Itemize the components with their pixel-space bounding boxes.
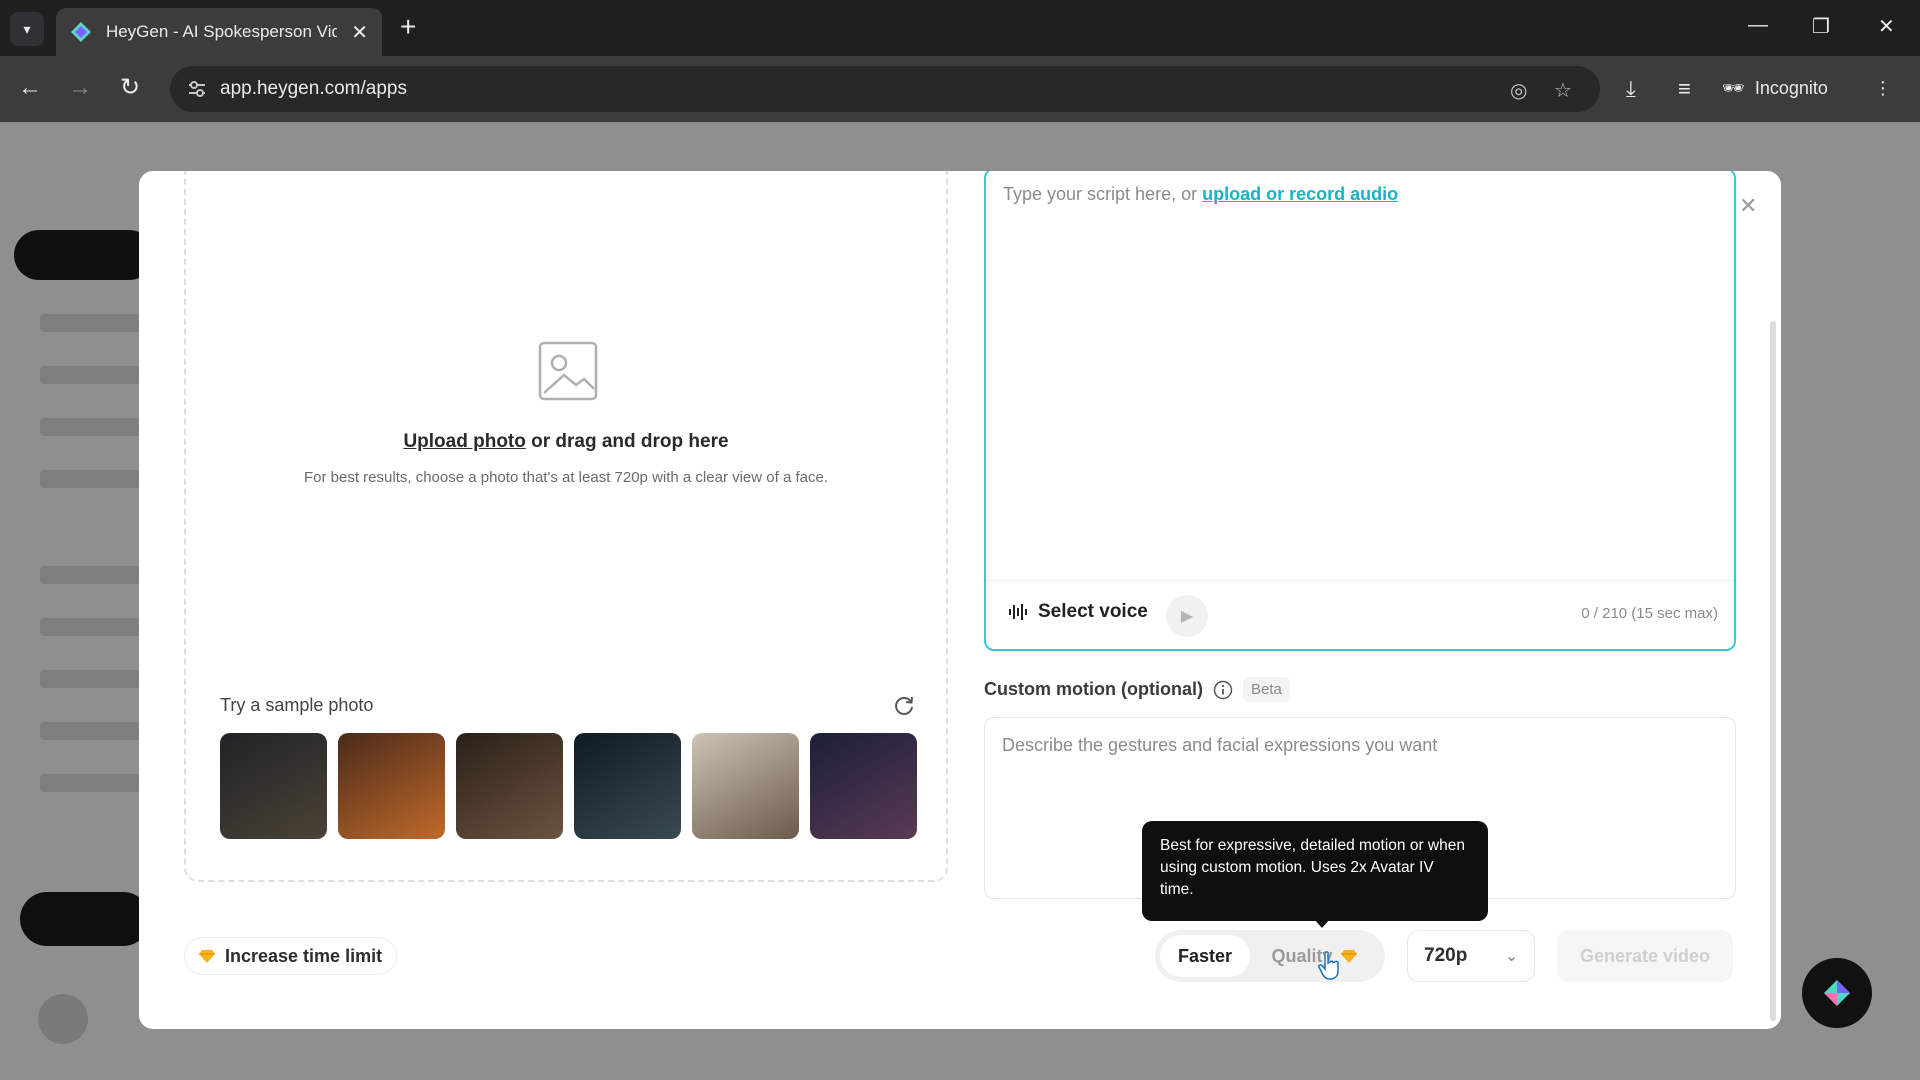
minimize-button[interactable]: — bbox=[1748, 14, 1768, 37]
select-voice-label: Select voice bbox=[1038, 601, 1148, 622]
script-input-box[interactable]: Type your script here, or upload or reco… bbox=[984, 171, 1736, 651]
faster-mode-label: Faster bbox=[1177, 945, 1233, 966]
modal-scrollbar[interactable] bbox=[1770, 321, 1776, 1021]
reload-icon[interactable]: ↻ bbox=[120, 74, 140, 102]
dimmed-create-button bbox=[14, 230, 154, 280]
upload-drag-text: or drag and drop here bbox=[525, 431, 729, 452]
sample-photo-5[interactable] bbox=[692, 733, 799, 839]
dimmed-nav-item bbox=[40, 722, 140, 740]
custom-motion-label: Custom motion (optional) Beta bbox=[984, 677, 1290, 702]
beta-badge: Beta bbox=[1242, 677, 1290, 702]
media-control-icon[interactable]: ≡ bbox=[1678, 76, 1691, 102]
site-info-icon[interactable] bbox=[186, 78, 208, 100]
dimmed-nav-item bbox=[40, 618, 140, 636]
dimmed-nav-item bbox=[40, 774, 140, 792]
heygen-favicon-icon bbox=[70, 22, 91, 42]
faster-mode-option[interactable]: Faster bbox=[1160, 935, 1250, 977]
sample-photo-title: Try a sample photo bbox=[220, 695, 374, 715]
sample-photo-4[interactable] bbox=[574, 733, 681, 839]
incognito-indicator[interactable]: 🕶 Incognito ⋮ bbox=[1722, 66, 1892, 110]
tab-title: HeyGen - AI Spokesperson Video bbox=[105, 22, 338, 41]
quality-tooltip: Best for expressive, detailed motion or … bbox=[1142, 821, 1488, 921]
dimmed-upgrade-button bbox=[20, 892, 150, 946]
incognito-icon: 🕶 bbox=[1722, 77, 1745, 98]
browser-menu-icon[interactable]: ⋮ bbox=[1874, 78, 1892, 99]
url-text: app.heygen.com/apps bbox=[220, 78, 407, 99]
generate-video-modal: ✕ Upload photo or drag and drop here For… bbox=[139, 171, 1781, 1029]
upload-record-audio-link[interactable]: upload or record audio bbox=[1202, 184, 1398, 204]
sample-photo-3[interactable] bbox=[456, 733, 563, 839]
script-footer: Select voice ▶ 0 / 210 (15 sec max) bbox=[986, 580, 1734, 651]
dimmed-nav-item bbox=[40, 366, 140, 384]
generation-mode-toggle: Faster Quality bbox=[1155, 930, 1385, 982]
dimmed-nav-item bbox=[40, 566, 140, 584]
play-icon: ▶ bbox=[1180, 608, 1194, 625]
address-bar[interactable]: app.heygen.com/apps ◎ ☆ bbox=[170, 66, 1600, 112]
info-icon[interactable] bbox=[1213, 680, 1233, 700]
chevron-down-icon: ⌄ bbox=[1505, 948, 1518, 965]
heygen-assistant-button[interactable] bbox=[1802, 958, 1872, 1028]
resolution-value: 720p bbox=[1424, 945, 1468, 966]
dimmed-nav-item bbox=[40, 418, 140, 436]
dimmed-nav-item bbox=[40, 314, 140, 332]
heygen-logo-icon bbox=[1824, 980, 1850, 1006]
new-tab-button[interactable]: + bbox=[400, 12, 416, 42]
character-count: 0 / 210 (15 sec max) bbox=[1581, 605, 1718, 622]
generate-video-button[interactable]: Generate video bbox=[1557, 930, 1733, 982]
refresh-icon[interactable] bbox=[892, 693, 916, 717]
tab-close-icon[interactable]: ✕ bbox=[351, 20, 368, 45]
gem-icon bbox=[1340, 950, 1357, 963]
restore-button[interactable]: ❐ bbox=[1812, 14, 1830, 39]
sample-photo-list bbox=[220, 733, 917, 839]
browser-tab-bar: ▾ HeyGen - AI Spokesperson Video ✕ + — ❐… bbox=[0, 0, 1920, 56]
dimmed-avatar bbox=[38, 994, 88, 1044]
custom-motion-title: Custom motion (optional) bbox=[984, 679, 1203, 699]
voice-waveform-icon bbox=[1009, 604, 1027, 620]
select-voice-button[interactable]: Select voice bbox=[1008, 601, 1148, 623]
browser-toolbar: ← → ↻ app.heygen.com/apps ◎ ☆ ⤓ ≡ bbox=[0, 56, 1920, 122]
tooltip-arrow bbox=[1314, 919, 1330, 928]
eye-off-icon[interactable]: ◎ bbox=[1510, 78, 1527, 103]
download-icon[interactable]: ⤓ bbox=[1626, 76, 1636, 102]
hand-pointer-cursor-icon bbox=[1318, 951, 1339, 980]
custom-motion-placeholder: Describe the gestures and facial express… bbox=[1002, 735, 1438, 755]
dimmed-nav-item bbox=[40, 470, 140, 488]
upload-hint: For best results, choose a photo that's … bbox=[304, 469, 828, 486]
modal-close-icon[interactable]: ✕ bbox=[1739, 193, 1757, 219]
sample-photo-6[interactable] bbox=[810, 733, 917, 839]
upload-photo-link[interactable]: Upload photo bbox=[403, 431, 525, 452]
photo-upload-dropzone[interactable]: Upload photo or drag and drop here For b… bbox=[184, 171, 948, 882]
sample-photo-1[interactable] bbox=[220, 733, 327, 839]
dimmed-nav-item bbox=[40, 670, 140, 688]
image-placeholder-icon bbox=[538, 341, 598, 401]
chevron-down-icon: ▾ bbox=[23, 20, 31, 37]
bookmark-star-icon[interactable]: ☆ bbox=[1554, 78, 1572, 103]
script-placeholder[interactable]: Type your script here, or upload or reco… bbox=[1003, 184, 1398, 205]
sample-photo-2[interactable] bbox=[338, 733, 445, 839]
tab-search-button[interactable]: ▾ bbox=[10, 12, 44, 46]
back-icon[interactable]: ← bbox=[18, 74, 42, 102]
gem-icon bbox=[199, 950, 215, 963]
incognito-label: Incognito bbox=[1754, 77, 1828, 98]
increase-time-limit-label: Increase time limit bbox=[225, 945, 383, 966]
window-close-button[interactable]: ✕ bbox=[1878, 14, 1895, 39]
quality-mode-option[interactable]: Quality bbox=[1250, 935, 1378, 977]
forward-icon[interactable]: → bbox=[68, 74, 92, 102]
resolution-select[interactable]: 720p ⌄ bbox=[1407, 930, 1535, 982]
voice-play-button[interactable]: ▶ bbox=[1166, 595, 1208, 637]
browser-tab[interactable]: HeyGen - AI Spokesperson Video ✕ bbox=[56, 8, 382, 56]
increase-time-limit-button[interactable]: Increase time limit bbox=[184, 937, 398, 975]
script-placeholder-text: Type your script here, or bbox=[1003, 184, 1203, 204]
upload-prompt: Upload photo or drag and drop here bbox=[186, 431, 946, 453]
